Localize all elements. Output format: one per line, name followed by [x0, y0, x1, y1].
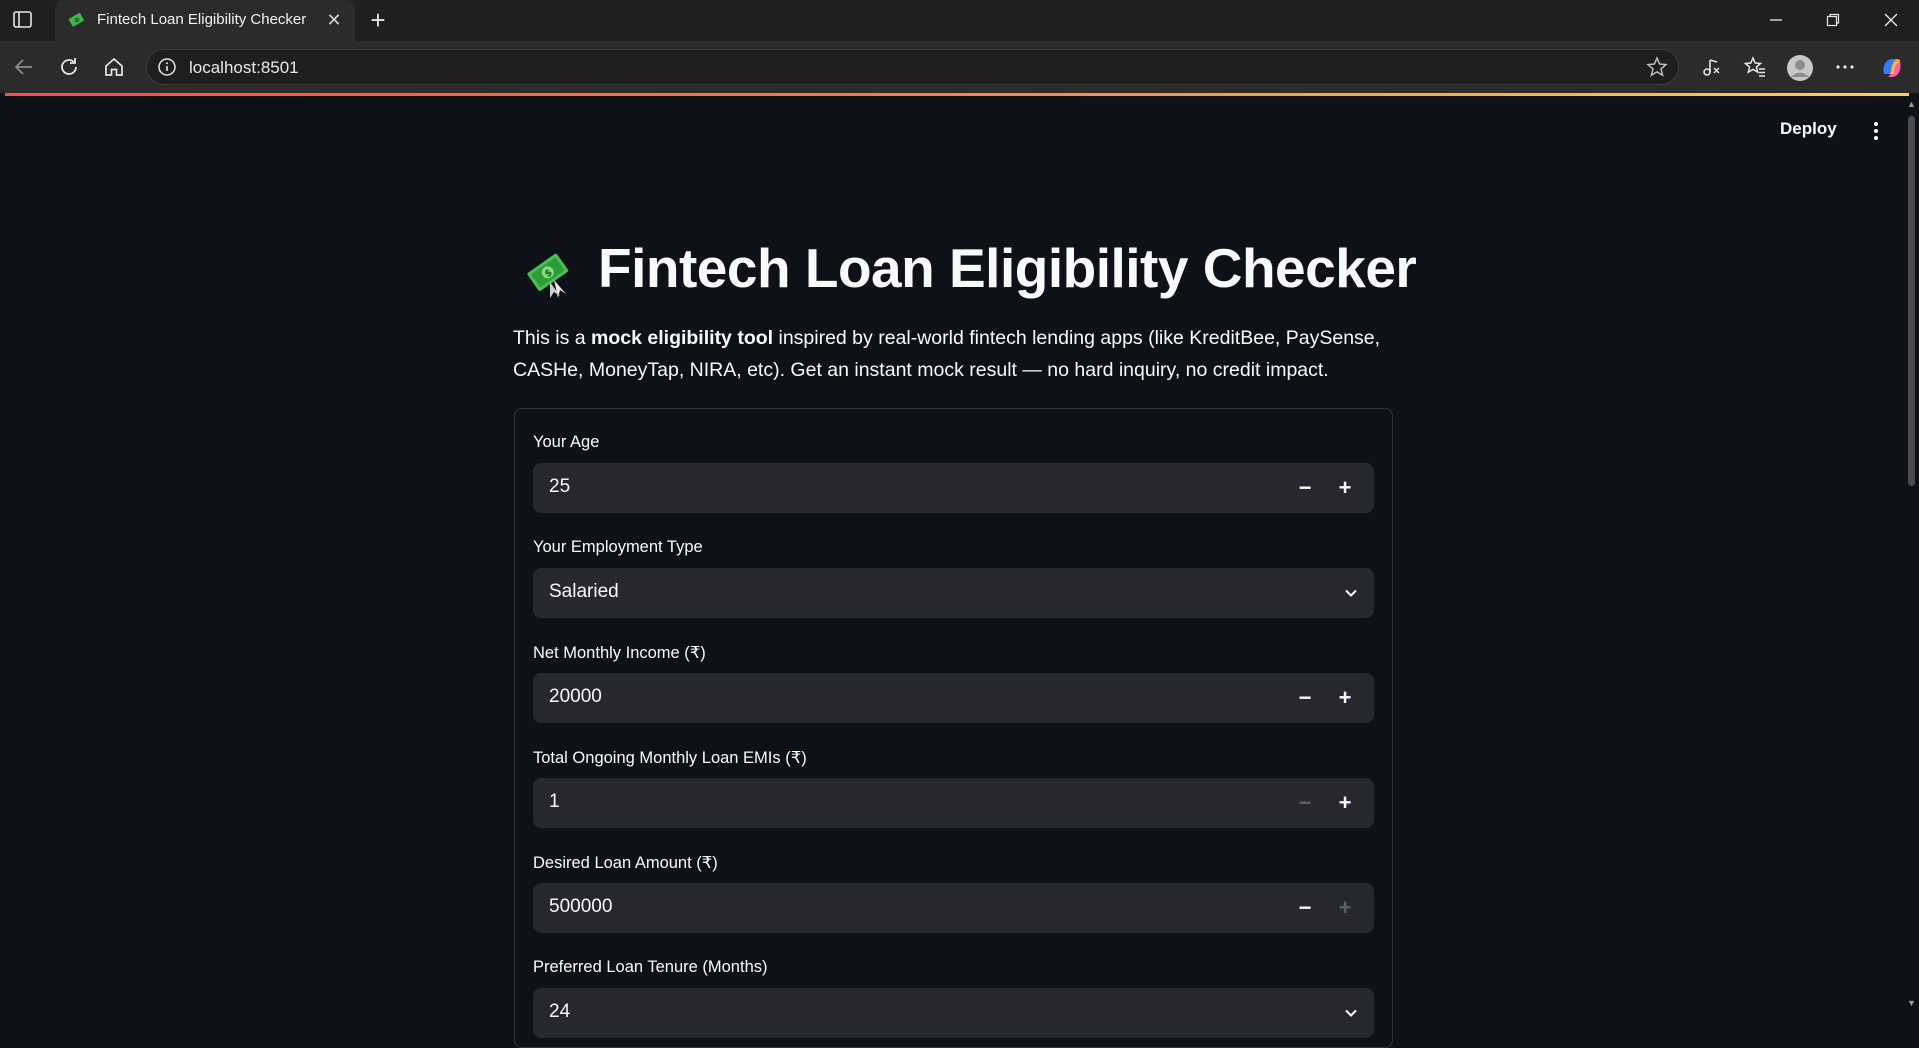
loan-amount-decrement-button[interactable]: − — [1285, 883, 1325, 933]
intro-paragraph: This is a mock eligibility tool inspired… — [513, 322, 1393, 386]
loan-amount-number-input[interactable]: 500000 − + — [533, 883, 1374, 933]
loan-amount-value[interactable]: 500000 — [549, 896, 612, 918]
money-with-wings-icon: $ — [520, 240, 580, 300]
scroll-thumb[interactable] — [1908, 116, 1915, 486]
address-bar[interactable]: localhost:8501 — [146, 49, 1679, 85]
loan-amount-increment-button[interactable]: + — [1325, 883, 1365, 933]
employment-label: Your Employment Type — [533, 538, 703, 556]
restore-icon[interactable] — [1818, 8, 1848, 34]
income-number-input[interactable]: 20000 − + — [533, 673, 1374, 723]
browser-tab-bar: Fintech Loan Eligibility Checker ✕ + — [0, 0, 1919, 41]
intro-text-start: This is a — [513, 327, 592, 349]
tab-actions-icon[interactable] — [12, 10, 34, 30]
page-title: Fintech Loan Eligibility Checker — [598, 237, 1417, 299]
profile-avatar-icon[interactable] — [1786, 54, 1813, 81]
age-number-input[interactable]: 25 − + — [533, 463, 1374, 513]
tenure-value[interactable]: 24 — [549, 1001, 570, 1023]
site-info-icon[interactable] — [157, 57, 177, 77]
emis-decrement-button[interactable]: − — [1285, 778, 1325, 828]
page-scrollbar[interactable]: ▲ ▼ — [1904, 96, 1919, 1012]
money-favicon-icon — [67, 10, 87, 30]
income-label: Net Monthly Income (₹) — [533, 644, 706, 662]
favorites-icon[interactable] — [1742, 54, 1768, 80]
age-label: Your Age — [533, 433, 600, 451]
minimize-icon[interactable] — [1761, 8, 1791, 34]
loan-amount-label: Desired Loan Amount (₹) — [533, 854, 718, 872]
emis-increment-button[interactable]: + — [1325, 778, 1365, 828]
reload-icon[interactable] — [56, 54, 82, 80]
browser-tab[interactable]: Fintech Loan Eligibility Checker ✕ — [55, 0, 355, 41]
main-menu-icon[interactable] — [1866, 119, 1886, 143]
chevron-down-icon[interactable] — [1342, 1004, 1360, 1022]
age-increment-button[interactable]: + — [1325, 463, 1365, 513]
emis-label: Total Ongoing Monthly Loan EMIs (₹) — [533, 749, 807, 767]
back-icon[interactable] — [11, 54, 37, 80]
deploy-button[interactable]: Deploy — [1780, 119, 1837, 139]
home-icon[interactable] — [101, 54, 127, 80]
url-text[interactable]: localhost:8501 — [189, 58, 299, 78]
age-decrement-button[interactable]: − — [1285, 463, 1325, 513]
income-increment-button[interactable]: + — [1325, 673, 1365, 723]
age-value[interactable]: 25 — [549, 476, 570, 498]
chevron-down-icon[interactable] — [1342, 584, 1360, 602]
read-aloud-icon[interactable] — [1698, 54, 1724, 80]
income-value[interactable]: 20000 — [549, 686, 602, 708]
tenure-select[interactable]: 24 — [533, 988, 1374, 1038]
copilot-icon[interactable] — [1878, 54, 1904, 80]
scroll-up-icon[interactable]: ▲ — [1907, 100, 1916, 109]
employment-value[interactable]: Salaried — [549, 581, 619, 603]
close-window-icon[interactable] — [1876, 8, 1906, 34]
close-tab-icon[interactable]: ✕ — [323, 9, 345, 31]
more-options-icon[interactable] — [1832, 54, 1858, 80]
favorite-star-icon[interactable] — [1646, 56, 1668, 78]
new-tab-icon[interactable]: + — [364, 6, 392, 34]
scroll-down-icon[interactable]: ▼ — [1907, 999, 1916, 1008]
tab-title: Fintech Loan Eligibility Checker — [97, 11, 307, 28]
intro-bold-text: mock eligibility tool — [591, 327, 774, 349]
employment-select[interactable]: Salaried — [533, 568, 1374, 618]
emis-number-input[interactable]: 1 − + — [533, 778, 1374, 828]
income-decrement-button[interactable]: − — [1285, 673, 1325, 723]
browser-toolbar: localhost:8501 — [0, 41, 1919, 93]
emis-value[interactable]: 1 — [549, 791, 560, 813]
tenure-label: Preferred Loan Tenure (Months) — [533, 958, 768, 976]
